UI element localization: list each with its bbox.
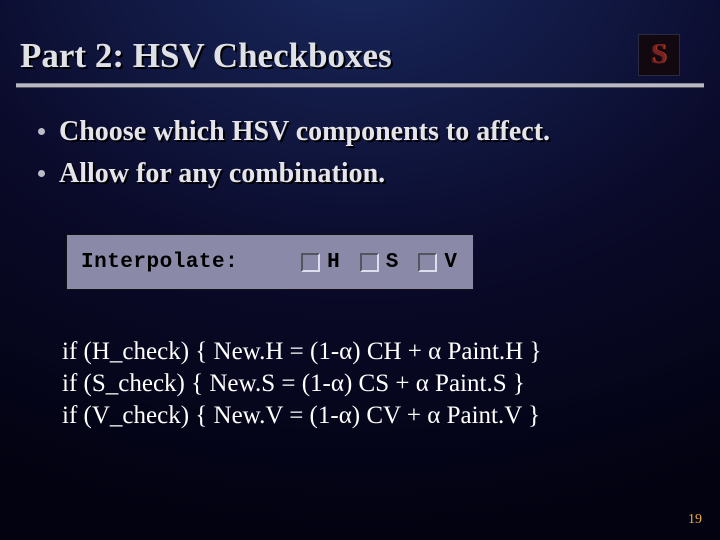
bullet-list: Choose which HSV components to affect. A… <box>0 115 720 190</box>
checkbox-box-icon <box>360 253 379 272</box>
list-item: Choose which HSV components to affect. <box>38 115 680 149</box>
title-row: Part 2: HSV Checkboxes S <box>0 0 720 76</box>
title-divider <box>16 84 704 87</box>
slide-title: Part 2: HSV Checkboxes <box>20 36 392 76</box>
checkbox-label: V <box>444 251 457 274</box>
checkbox-label: H <box>327 251 340 274</box>
code-line: if (S_check) { New.S = (1-α) CS + α Pain… <box>62 368 720 400</box>
code-block: if (H_check) { New.H = (1-α) CH + α Pain… <box>62 336 720 432</box>
checkbox-label: S <box>386 251 399 274</box>
bullet-icon <box>38 170 45 177</box>
checkbox-v[interactable]: V <box>418 251 457 274</box>
list-item: Allow for any combination. <box>38 157 680 191</box>
interpolate-label: Interpolate: <box>81 251 281 274</box>
interpolate-panel: Interpolate: H S V <box>66 234 474 290</box>
checkbox-box-icon <box>418 253 437 272</box>
code-line: if (H_check) { New.H = (1-α) CH + α Pain… <box>62 336 720 368</box>
bullet-text: Choose which HSV components to affect. <box>59 115 550 149</box>
page-number: 19 <box>688 512 702 528</box>
bullet-icon <box>38 128 45 135</box>
checkbox-group: H S V <box>301 251 457 274</box>
interpolate-panel-wrap: Interpolate: H S V <box>66 234 474 290</box>
code-line: if (V_check) { New.V = (1-α) CV + α Pain… <box>62 400 720 432</box>
checkbox-h[interactable]: H <box>301 251 340 274</box>
checkbox-box-icon <box>301 253 320 272</box>
logo-icon: S <box>638 34 680 76</box>
checkbox-s[interactable]: S <box>360 251 399 274</box>
bullet-text: Allow for any combination. <box>59 157 385 191</box>
slide: Part 2: HSV Checkboxes S Choose which HS… <box>0 0 720 540</box>
